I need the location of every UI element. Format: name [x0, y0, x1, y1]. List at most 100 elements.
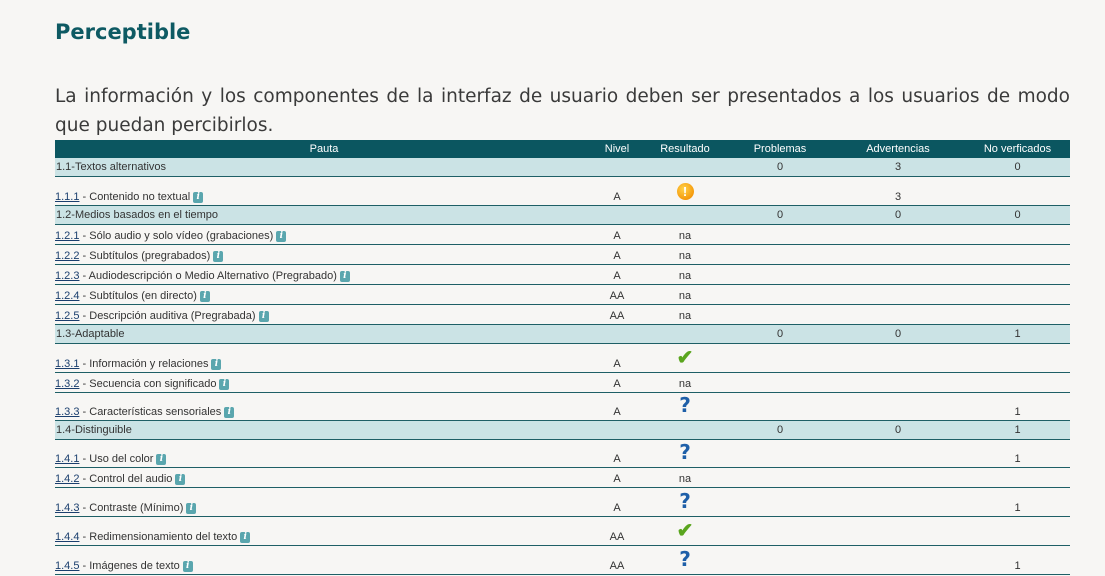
criterion-link[interactable]: 1.4.3 — [55, 502, 79, 514]
criterion-link[interactable]: 1.2.2 — [55, 250, 79, 262]
no-verificados-count: 1 — [965, 439, 1070, 468]
table-body: 1.1-Textos alternativos 0 3 0 1.1.1 - Conten… — [55, 158, 1070, 575]
group-name: 1.1-Textos alternativos — [55, 158, 593, 177]
problemas-count — [729, 439, 831, 468]
criterion-name: - Descripción auditiva (Pregrabada) — [79, 310, 256, 322]
resultado-value: na — [678, 310, 692, 322]
resultado-value: na — [678, 290, 692, 302]
no-verificados-count: 0 — [965, 205, 1070, 225]
advertencias-count — [831, 467, 965, 488]
no-verificados-count — [965, 516, 1070, 546]
criterion-name: - Uso del color — [79, 453, 154, 465]
problemas-count: 0 — [729, 158, 831, 177]
nivel-value: AA — [593, 304, 641, 325]
header-nivel: Nivel — [593, 140, 641, 158]
criterion-cell: 1.4.2 - Control del audio i — [55, 467, 593, 488]
nivel-value: AA — [593, 284, 641, 305]
table-row: 1.2.3 - Audiodescripción o Medio Alterna… — [55, 264, 1070, 285]
info-icon[interactable]: i — [156, 454, 167, 465]
info-icon[interactable]: i — [224, 407, 235, 418]
nivel-value: A — [593, 244, 641, 265]
problemas-count — [729, 487, 831, 517]
table-row: 1.2.2 - Subtítulos (pregrabados) i Ana — [55, 244, 1070, 265]
nivel-value: A — [593, 467, 641, 488]
advertencias-count — [831, 304, 965, 325]
criterion-cell: 1.3.2 - Secuencia con significado i — [55, 372, 593, 393]
resultado-value: na — [678, 230, 692, 242]
criterion-link[interactable]: 1.3.3 — [55, 406, 79, 418]
info-icon[interactable]: i — [193, 192, 204, 203]
question-icon: ? — [679, 393, 691, 417]
group-row: 1.3-Adaptable 0 0 1 — [55, 324, 1070, 344]
resultado-cell: ? — [641, 487, 729, 517]
info-icon[interactable]: i — [276, 231, 287, 242]
resultado-cell: ! — [641, 176, 729, 206]
advertencias-count: 0 — [831, 324, 965, 344]
problemas-count — [729, 516, 831, 546]
criterion-cell: 1.3.1 - Información y relaciones i — [55, 343, 593, 373]
info-icon[interactable]: i — [186, 503, 197, 514]
info-icon[interactable]: i — [199, 291, 210, 302]
criterion-name: - Audiodescripción o Medio Alternativo (… — [79, 270, 337, 282]
no-verificados-count — [965, 264, 1070, 285]
problemas-count — [729, 284, 831, 305]
problemas-count: 0 — [729, 324, 831, 344]
info-icon[interactable]: i — [211, 359, 222, 370]
criterion-name: - Información y relaciones — [79, 358, 209, 370]
results-table: Pauta Nivel Resultado Problemas Adverten… — [55, 140, 1070, 575]
info-icon[interactable]: i — [339, 271, 350, 282]
resultado-cell: na — [641, 264, 729, 285]
resultado-cell: ? — [641, 392, 729, 421]
criterion-link[interactable]: 1.2.1 — [55, 230, 79, 242]
no-verificados-count — [965, 372, 1070, 393]
no-verificados-count — [965, 284, 1070, 305]
question-icon: ? — [679, 547, 691, 571]
criterion-link[interactable]: 1.4.4 — [55, 531, 79, 543]
criterion-link[interactable]: 1.4.2 — [55, 473, 79, 485]
criterion-link[interactable]: 1.3.1 — [55, 358, 79, 370]
info-icon[interactable]: i — [258, 311, 269, 322]
criterion-cell: 1.1.1 - Contenido no textual i — [55, 176, 593, 206]
no-verificados-count: 1 — [965, 324, 1070, 344]
table-row: 1.4.2 - Control del audio i Ana — [55, 467, 1070, 488]
group-row: 1.4-Distinguible 0 0 1 — [55, 420, 1070, 440]
advertencias-count: 3 — [831, 176, 965, 206]
criterion-cell: 1.2.4 - Subtítulos (en directo) i — [55, 284, 593, 305]
criterion-link[interactable]: 1.2.5 — [55, 310, 79, 322]
problemas-count: 0 — [729, 205, 831, 225]
no-verificados-count: 0 — [965, 158, 1070, 177]
criterion-link[interactable]: 1.3.2 — [55, 378, 79, 390]
problemas-count — [729, 244, 831, 265]
info-icon[interactable]: i — [175, 474, 186, 485]
info-icon[interactable]: i — [213, 251, 224, 262]
advertencias-count — [831, 264, 965, 285]
criterion-link[interactable]: 1.2.3 — [55, 270, 79, 282]
header-advertencias: Advertencias — [831, 140, 965, 158]
criterion-cell: 1.4.3 - Contraste (Mínimo) i — [55, 487, 593, 517]
resultado-cell — [641, 324, 729, 344]
group-name: 1.3-Adaptable — [55, 324, 593, 344]
table-row: 1.2.4 - Subtítulos (en directo) i AA na — [55, 284, 1070, 305]
resultado-value: na — [678, 473, 692, 485]
criterion-link[interactable]: 1.2.4 — [55, 290, 79, 302]
criterion-cell: 1.4.5 - Imágenes de texto i — [55, 545, 593, 575]
check-icon: ✔ — [676, 347, 694, 369]
advertencias-count — [831, 284, 965, 305]
problemas-count — [729, 372, 831, 393]
resultado-cell — [641, 205, 729, 225]
no-verificados-count — [965, 224, 1070, 245]
criterion-link[interactable]: 1.1.1 — [55, 191, 79, 203]
no-verificados-count — [965, 343, 1070, 373]
table-row: 1.4.1 - Uso del color i A? 1 — [55, 439, 1070, 468]
info-icon[interactable]: i — [182, 561, 193, 572]
no-verificados-count: 1 — [965, 392, 1070, 421]
problemas-count — [729, 304, 831, 325]
nivel-cell — [593, 158, 641, 177]
no-verificados-count — [965, 304, 1070, 325]
info-icon[interactable]: i — [219, 379, 230, 390]
criterion-link[interactable]: 1.4.5 — [55, 560, 79, 572]
criterion-link[interactable]: 1.4.1 — [55, 453, 79, 465]
nivel-value: A — [593, 224, 641, 245]
criterion-name: - Imágenes de texto — [79, 560, 180, 572]
info-icon[interactable]: i — [240, 532, 251, 543]
